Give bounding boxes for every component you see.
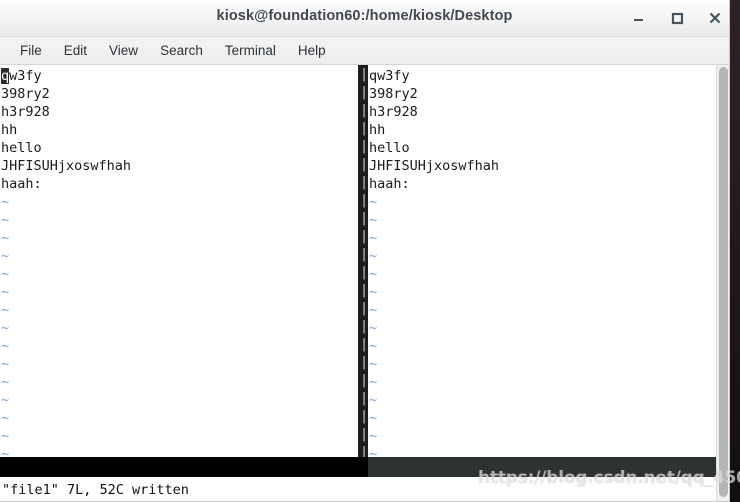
menu-item-terminal[interactable]: Terminal — [214, 41, 287, 61]
vim-filler-line: ~ — [369, 428, 378, 444]
vim-filler-line: ~ — [1, 302, 10, 318]
window-title: kiosk@foundation60:/home/kiosk/Desktop — [216, 8, 513, 24]
menu-item-file[interactable]: File — [9, 41, 53, 61]
vim-split-bar-glyph: | — [360, 102, 368, 118]
terminal-screen[interactable]: qw3fy 398ry2 h3r928 hh hello JHFISUHjxoswfhah… — [0, 65, 729, 501]
vim-text-line: 398ry2 — [369, 86, 418, 102]
menu-bar: File Edit View Search Terminal Help — [0, 37, 729, 65]
close-icon[interactable] — [706, 9, 724, 27]
vim-split-bar-glyph: | — [360, 192, 368, 208]
vim-text-line: hello — [369, 140, 410, 156]
vim-split-bar-glyph: | — [360, 174, 368, 190]
vim-pane-left[interactable]: qw3fy 398ry2 h3r928 hh hello JHFISUHjxoswfhah… — [0, 65, 358, 501]
vim-message-line: "file1" 7L, 52C written — [0, 479, 729, 501]
menu-item-help[interactable]: Help — [287, 41, 337, 61]
maximize-icon[interactable] — [668, 9, 686, 27]
vim-text-line: JHFISUHjxoswfhah — [1, 158, 132, 174]
vim-filler-line: ~ — [369, 212, 378, 228]
vim-filler-line: ~ — [1, 410, 10, 426]
vim-filler-line: ~ — [1, 248, 10, 264]
vim-text-line: hh — [369, 122, 386, 138]
vim-text-line: 398ry2 — [1, 86, 50, 102]
title-bar[interactable]: kiosk@foundation60:/home/kiosk/Desktop — [0, 0, 729, 37]
vim-split-bar-glyph: | — [360, 282, 368, 298]
vim-text-line: haah: — [1, 176, 42, 192]
vim-split-bar-glyph: | — [360, 228, 368, 244]
vim-split-bar-glyph: | — [360, 264, 368, 280]
vim-split-bar-glyph: | — [360, 318, 368, 334]
vim-filler-line: ~ — [1, 320, 10, 336]
vim-split-bar-glyph: | — [360, 246, 368, 262]
vim-split-bar-glyph: | — [360, 156, 368, 172]
vim-split-bar-glyph: | — [360, 138, 368, 154]
vim-filler-line: ~ — [369, 374, 378, 390]
vim-filler-line: ~ — [369, 338, 378, 354]
vim-text-line: haah: — [369, 176, 410, 192]
vim-filler-line: ~ — [1, 212, 10, 228]
vim-split-bar-glyph: | — [360, 336, 368, 352]
vim-line-text: w3fy — [9, 68, 42, 84]
scrollbar-thumb[interactable] — [719, 67, 728, 497]
vim-filler-line: ~ — [369, 392, 378, 408]
vim-filler-line: ~ — [369, 356, 378, 372]
vim-buffer-right[interactable]: qw3fy 398ry2 h3r928 hh hello JHFISUHjxoswfhah… — [368, 65, 720, 463]
vim-text-line: h3r928 — [369, 104, 418, 120]
vim-split-bar-glyph: | — [360, 390, 368, 406]
vim-filler-line: ~ — [1, 230, 10, 246]
vim-split-bar-glyph: | — [360, 354, 368, 370]
vim-split-bar-glyph: | — [360, 408, 368, 424]
vim-text-line: qw3fy — [0, 67, 358, 85]
vim-buffer-left[interactable]: qw3fy 398ry2 h3r928 hh hello JHFISUHjxoswfhah… — [0, 65, 358, 463]
vim-filler-line: ~ — [369, 248, 378, 264]
vim-filler-line: ~ — [1, 194, 10, 210]
menu-item-search[interactable]: Search — [149, 41, 214, 61]
vim-split-bar-glyph: | — [360, 372, 368, 388]
vim-split-bar-glyph: | — [360, 120, 368, 136]
vim-filler-line: ~ — [369, 410, 378, 426]
vim-filler-line: ~ — [1, 284, 10, 300]
vim-filler-line: ~ — [1, 374, 10, 390]
menu-item-edit[interactable]: Edit — [53, 41, 98, 61]
vim-split-bar-glyph: | — [360, 84, 368, 100]
vim-filler-line: ~ — [369, 194, 378, 210]
vim-split-bar-glyph: | — [360, 444, 368, 457]
vim-text-line: hh — [1, 122, 18, 138]
menu-item-view[interactable]: View — [98, 41, 149, 61]
vim-filler-line: ~ — [369, 284, 378, 300]
vim-split-bar-glyph: | — [360, 210, 368, 226]
vim-filler-line: ~ — [369, 320, 378, 336]
minimize-icon[interactable] — [630, 9, 648, 27]
vim-split-bar-glyph: | — [360, 66, 368, 82]
vim-text-line: qw3fy — [369, 68, 410, 84]
vim-filler-line: ~ — [369, 230, 378, 246]
vim-filler-line: ~ — [369, 266, 378, 282]
status-line-right: file1 1,1 All — [368, 457, 729, 477]
vim-filler-line: ~ — [1, 356, 10, 372]
vim-text-line: hello — [1, 140, 42, 156]
terminal-scrollbar[interactable] — [716, 65, 729, 501]
vim-filler-line: ~ — [1, 428, 10, 444]
vim-split-bar-glyph: | — [360, 426, 368, 442]
vim-text-line: JHFISUHjxoswfhah — [369, 158, 500, 174]
vim-text-line: h3r928 — [1, 104, 50, 120]
vim-split-bar-glyph: | — [360, 300, 368, 316]
terminal-window: kiosk@foundation60:/home/kiosk/Desktop F… — [0, 0, 730, 502]
vim-filler-line: ~ — [1, 266, 10, 282]
vim-cursor: q — [1, 68, 10, 84]
vim-pane-right[interactable]: qw3fy 398ry2 h3r928 hh hello JHFISUHjxoswfhah… — [368, 65, 720, 501]
status-line-left: file1 1,1 All — [0, 457, 368, 477]
vim-filler-line: ~ — [1, 338, 10, 354]
vim-filler-line: ~ — [369, 302, 378, 318]
vim-vertical-split[interactable]: | | | | | | | | | | | | | | | | | | | | | | — [358, 65, 368, 457]
vim-filler-line: ~ — [1, 392, 10, 408]
